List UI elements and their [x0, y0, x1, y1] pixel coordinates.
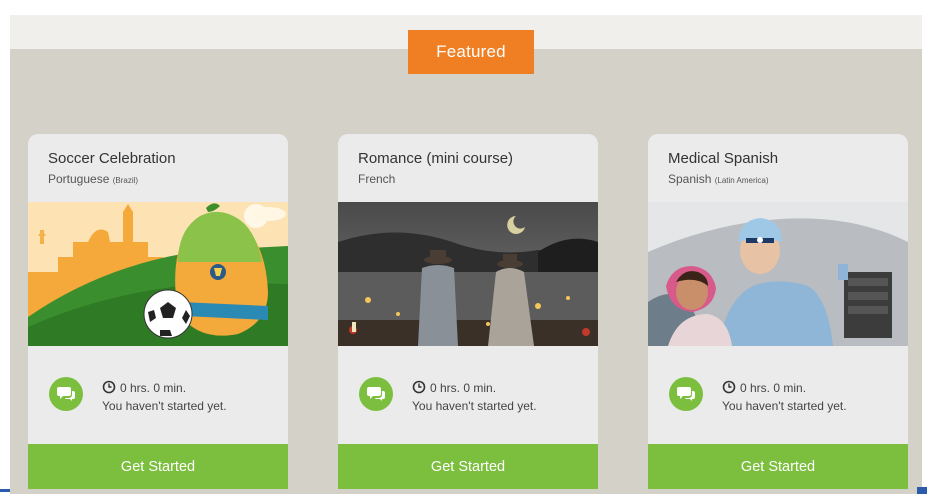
- clock-icon: [722, 380, 736, 394]
- chat-icon: [669, 377, 703, 411]
- time-spent: 0 hrs. 0 min.: [120, 381, 187, 395]
- course-language: Spanish (Latin America): [668, 172, 769, 186]
- soccer-pear-illustration[interactable]: [28, 202, 288, 346]
- time-spent: 0 hrs. 0 min.: [740, 381, 807, 395]
- progress-status: You haven't started yet.: [722, 399, 847, 413]
- course-card-medical[interactable]: Medical Spanish Spanish (Latin America): [648, 134, 908, 489]
- course-language: Portuguese (Brazil): [48, 172, 138, 186]
- progress-status: You haven't started yet.: [412, 399, 537, 413]
- language-region: (Latin America): [714, 176, 769, 185]
- course-title: Romance (mini course): [358, 150, 514, 167]
- language-name: French: [358, 172, 396, 186]
- course-title: Medical Spanish: [668, 150, 779, 167]
- get-started-button[interactable]: Get Started: [648, 444, 908, 489]
- language-region: (Brazil): [112, 176, 139, 185]
- course-language: French: [358, 172, 395, 186]
- get-started-button[interactable]: Get Started: [338, 444, 598, 489]
- scroll-corner: [917, 487, 927, 494]
- time-spent: 0 hrs. 0 min.: [430, 381, 497, 395]
- progress-status: You haven't started yet.: [102, 399, 227, 413]
- course-card-romance[interactable]: Romance (mini course) French 0 hrs. 0 mi…: [338, 134, 598, 489]
- course-card-soccer[interactable]: Soccer Celebration Portuguese (Brazil) 0…: [28, 134, 288, 489]
- chat-icon: [49, 377, 83, 411]
- right-edge: [922, 0, 927, 494]
- featured-tab[interactable]: Featured: [408, 30, 534, 74]
- language-name: Portuguese: [48, 172, 110, 186]
- language-name: Spanish: [668, 172, 712, 186]
- clock-icon: [412, 380, 426, 394]
- doctor-child-photo[interactable]: [648, 202, 908, 346]
- clock-icon: [102, 380, 116, 394]
- bottom-edge-line: [0, 489, 10, 492]
- get-started-button[interactable]: Get Started: [28, 444, 288, 489]
- night-couple-photo[interactable]: [338, 202, 598, 346]
- chat-icon: [359, 377, 393, 411]
- course-title: Soccer Celebration: [48, 150, 176, 167]
